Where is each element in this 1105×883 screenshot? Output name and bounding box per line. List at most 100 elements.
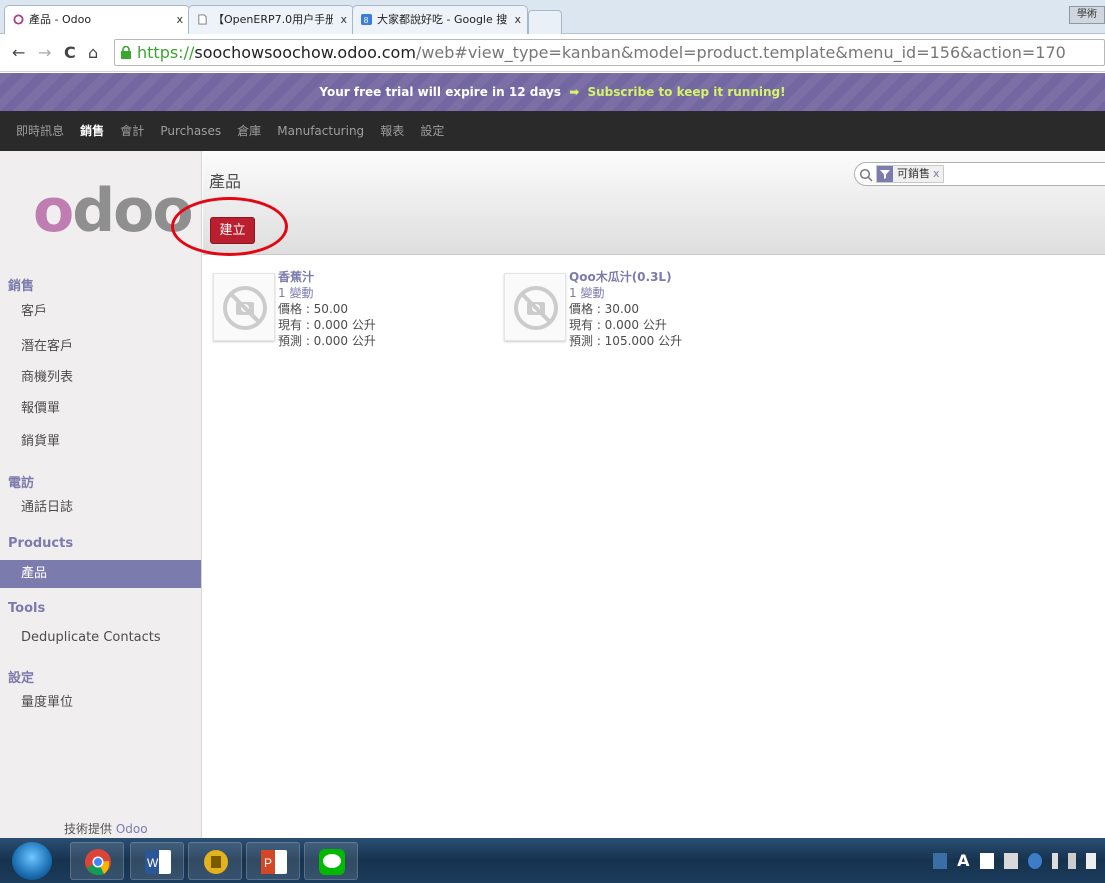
svg-text:8: 8	[364, 16, 369, 25]
product-card[interactable]: 香蕉汁 1 變動 價格 : 50.00 現有 : 0.000 公升 預測 : 0…	[205, 270, 489, 370]
tray-doc-icon[interactable]	[1003, 852, 1018, 869]
browser-toolbar: ← → C ⌂ https://soochowsoochow.odoo.com/…	[0, 34, 1105, 72]
browser-tab-google[interactable]: 8 大家都說好吃 - Google 搜 x	[352, 5, 528, 34]
chrome-icon	[85, 849, 111, 876]
profile-button[interactable]: 學術	[1069, 6, 1105, 24]
main-content: 產品 建立 可銷售 x 香蕉汁 1 變動 價格 : 50.00 現有 : 0.00…	[171, 151, 1105, 838]
odoo-favicon-icon	[13, 14, 24, 25]
page-icon	[198, 14, 207, 25]
section-tools: Tools	[8, 601, 46, 616]
svg-text:W: W	[147, 856, 159, 870]
section-phone-calls: 電訪	[8, 476, 35, 491]
search-input[interactable]: 可銷售 x	[854, 162, 1105, 186]
tray-box-icon[interactable]	[979, 852, 994, 869]
menu-purchases[interactable]: Purchases	[160, 111, 221, 151]
app-icon	[204, 850, 228, 874]
ime-mode-label[interactable]: A	[957, 851, 969, 870]
top-menu-bar: 即時訊息 銷售 會計 Purchases 倉庫 Manufacturing 報表…	[0, 111, 1105, 151]
menu-sales[interactable]: 銷售	[80, 111, 104, 151]
trial-banner: Your free trial will expire in 12 days ➡…	[0, 73, 1105, 111]
url-bar[interactable]: https://soochowsoochow.odoo.com/web#view…	[114, 39, 1105, 66]
logo-letter: o	[33, 176, 74, 246]
menu-messaging[interactable]: 即時訊息	[16, 111, 64, 151]
chrome-taskbar-button[interactable]	[70, 842, 124, 880]
sidebar-item-leads[interactable]: 潛在客戶	[0, 333, 201, 361]
sidebar-item-call-logs[interactable]: 通話日誌	[0, 494, 201, 522]
arrow-right-icon: ➡	[569, 85, 580, 99]
product-image	[213, 273, 275, 341]
menu-reports[interactable]: 報表	[380, 111, 404, 151]
product-forecast: 預測 : 0.000 公升	[278, 334, 376, 348]
search-icon	[859, 168, 873, 182]
sidebar-item-sales-orders[interactable]: 銷貨單	[0, 428, 201, 456]
url-path: /web#view_type=kanban&model=product.temp…	[415, 43, 1066, 62]
url-scheme: https://	[137, 43, 195, 62]
powerpoint-icon: P	[261, 850, 287, 874]
ime-icon[interactable]	[933, 852, 947, 869]
sidebar-item-customers[interactable]: 客戶	[0, 298, 201, 326]
browser-tab-openerp-manual[interactable]: 【OpenERP7.0用户手册】 x	[188, 5, 354, 34]
product-variants-link[interactable]: 1 變動	[569, 286, 682, 302]
windows-taskbar: W P A	[0, 838, 1105, 883]
word-taskbar-button[interactable]: W	[130, 842, 184, 880]
google-favicon-icon: 8	[361, 14, 372, 25]
sidebar: odoo 銷售 客戶 潛在客戶 商機列表 報價單 銷貨單 電訪 通話日誌 Pro…	[0, 151, 202, 838]
tab-close-icon[interactable]: x	[514, 6, 521, 33]
windows-start-icon[interactable]	[12, 842, 52, 880]
section-settings: 設定	[8, 671, 35, 686]
no-photo-icon	[223, 286, 267, 330]
product-name[interactable]: Qoo木瓜汁(0.3L)	[569, 270, 682, 286]
powerpoint-taskbar-button[interactable]: P	[246, 842, 300, 880]
product-price: 價格 : 50.00	[278, 302, 349, 316]
product-image	[504, 273, 566, 341]
sidebar-item-opportunities[interactable]: 商機列表	[0, 364, 201, 392]
system-tray: A	[933, 850, 1105, 872]
menu-warehouse[interactable]: 倉庫	[237, 111, 261, 151]
product-card[interactable]: Qoo木瓜汁(0.3L) 1 變動 價格 : 30.00 現有 : 0.000 …	[496, 270, 780, 370]
sidebar-item-units-of-measure[interactable]: 量度單位	[0, 689, 201, 717]
tab-close-icon[interactable]: x	[340, 6, 347, 33]
product-price: 價格 : 30.00	[569, 302, 640, 316]
tab-close-icon[interactable]: x	[176, 6, 183, 33]
trial-text: Your free trial will expire in 12 days	[319, 85, 562, 99]
filter-icon	[877, 166, 893, 182]
menu-settings[interactable]: 設定	[420, 111, 444, 151]
menu-accounting[interactable]: 會計	[120, 111, 144, 151]
back-arrow-icon[interactable]: ←	[12, 44, 25, 62]
app-taskbar-button[interactable]	[188, 842, 242, 880]
sidebar-item-quotations[interactable]: 報價單	[0, 395, 201, 423]
page-title: 產品	[209, 172, 242, 191]
browser-tab-odoo[interactable]: 產品 - Odoo x	[4, 5, 190, 34]
lock-icon	[121, 46, 131, 59]
product-info: Qoo木瓜汁(0.3L) 1 變動 價格 : 30.00 現有 : 0.000 …	[569, 270, 682, 350]
show-hidden-icons-icon[interactable]	[1067, 852, 1076, 869]
product-name[interactable]: 香蕉汁	[278, 270, 376, 286]
product-on-hand: 現有 : 0.000 公升	[569, 318, 667, 332]
svg-text:P: P	[264, 856, 272, 870]
view-header: 產品 建立 可銷售 x	[171, 151, 1105, 256]
new-tab-button[interactable]	[528, 10, 562, 34]
tray-options-icon[interactable]	[1051, 852, 1058, 869]
help-icon[interactable]	[1027, 852, 1042, 869]
subscribe-link[interactable]: Subscribe to keep it running!	[587, 85, 785, 99]
forward-arrow-icon[interactable]: →	[38, 44, 51, 62]
product-info: 香蕉汁 1 變動 價格 : 50.00 現有 : 0.000 公升 預測 : 0…	[278, 270, 376, 350]
sidebar-item-products[interactable]: 產品	[0, 560, 201, 588]
odoo-logo[interactable]: odoo	[33, 176, 194, 246]
powered-brand-link[interactable]: Odoo	[116, 822, 148, 836]
sidebar-item-deduplicate-contacts[interactable]: Deduplicate Contacts	[0, 624, 201, 652]
line-taskbar-button[interactable]	[304, 842, 358, 880]
product-variants-link[interactable]: 1 變動	[278, 286, 376, 302]
no-photo-icon	[514, 286, 558, 330]
browser-tab-bar: 產品 - Odoo x 【OpenERP7.0用户手册】 x 8 大家都說好吃 …	[0, 0, 1105, 34]
volume-icon[interactable]	[1086, 852, 1097, 869]
facet-remove-button[interactable]: x	[933, 167, 943, 180]
reload-icon[interactable]: C	[64, 44, 76, 62]
home-icon[interactable]: ⌂	[88, 44, 98, 62]
tab-title: 大家都說好吃 - Google 搜	[377, 13, 507, 26]
product-on-hand: 現有 : 0.000 公升	[278, 318, 376, 332]
annotation-circle	[171, 197, 288, 256]
line-icon	[319, 849, 345, 875]
menu-manufacturing[interactable]: Manufacturing	[277, 111, 364, 151]
url-host: soochowsoochow.odoo.com	[194, 43, 416, 62]
